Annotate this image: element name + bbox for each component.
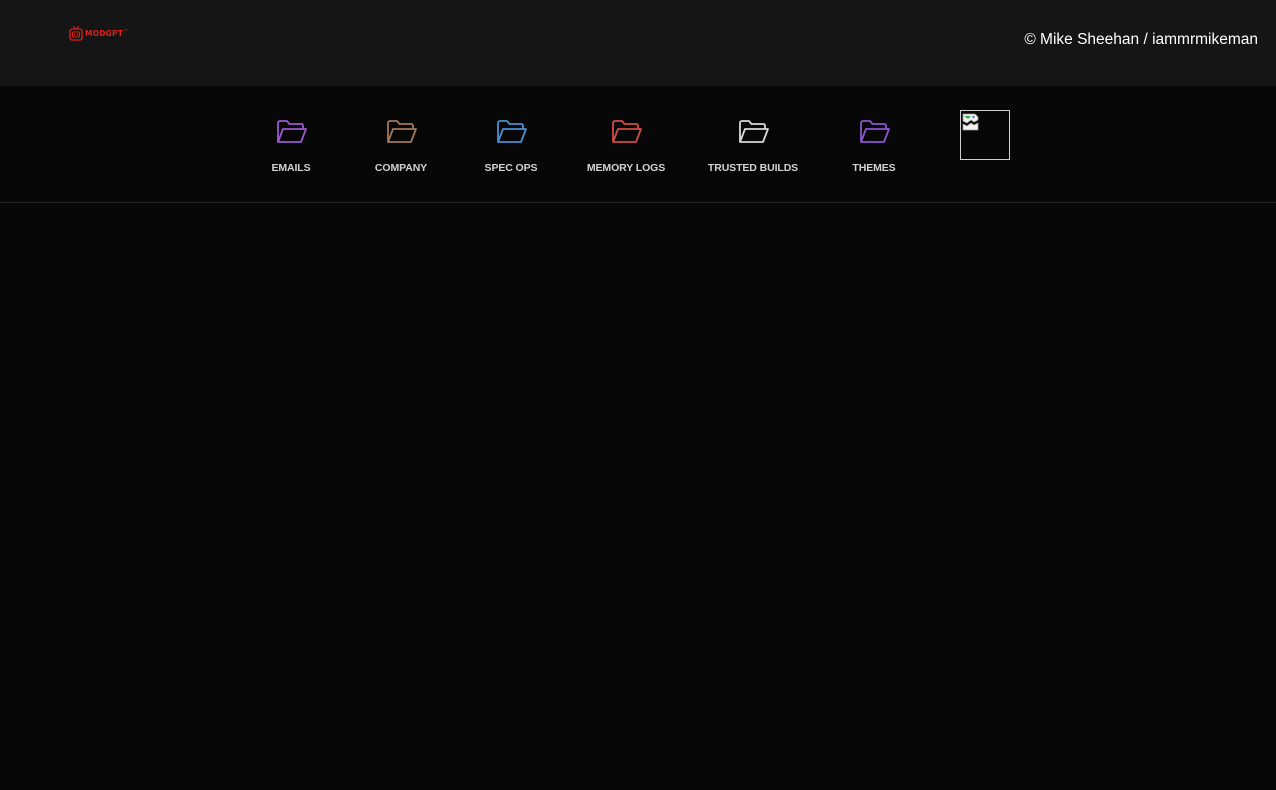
folder-emails[interactable]: EMAILS [236,116,346,174]
image-placeholder[interactable] [960,110,1010,160]
folder-trusted-builds[interactable]: TRUSTED BUILDS [698,116,808,174]
main-content-area [0,203,1276,790]
folder-label: TRUSTED BUILDS [707,162,799,174]
folder-memory-logs[interactable]: MEMORY LOGS [571,116,681,174]
folder-label: COMPANY [374,162,428,174]
modgpt-logo[interactable]: MODGPT ™ [69,25,128,41]
folder-label: MEMORY LOGS [586,162,666,174]
folder-spec-ops[interactable]: SPEC OPS [456,116,566,174]
top-header: MODGPT ™ © Mike Sheehan / iammrmikeman [0,0,1276,86]
folder-label: SPEC OPS [484,162,538,174]
folder-label: THEMES [852,162,896,174]
folder-icon [739,120,769,143]
folder-icon [387,120,417,143]
folder-label: EMAILS [271,162,311,174]
folder-company[interactable]: COMPANY [346,116,456,174]
folder-themes[interactable]: THEMES [819,116,929,174]
folder-icon [860,120,890,143]
copyright-text: © Mike Sheehan / iammrmikeman [1024,31,1258,48]
robot-tv-icon [69,25,83,41]
logo-trademark: ™ [124,27,129,33]
folder-nav: EMAILS COMPANY SPEC OPS MEMORY LOGS TRUS… [0,86,1276,203]
broken-image-icon [962,113,979,131]
folder-icon [612,120,642,143]
folder-icon [497,120,527,143]
folder-icon [277,120,307,143]
logo-text: MODGPT [85,29,124,38]
